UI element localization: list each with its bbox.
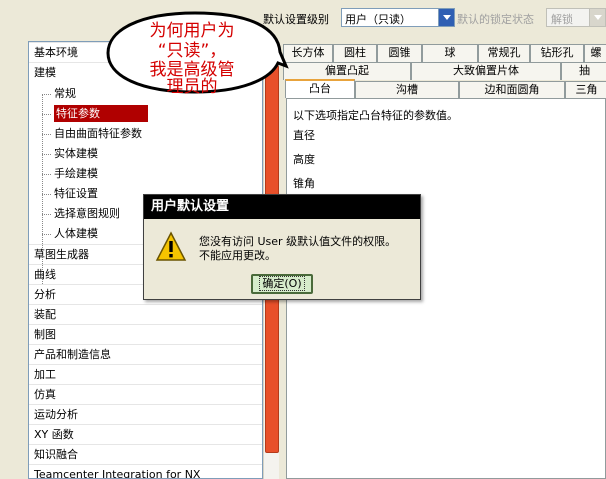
- callout-line-4: 理员的: [167, 77, 218, 97]
- tab-general-hole[interactable]: 常规孔: [478, 44, 530, 62]
- settings-level-select[interactable]: 用户（只读）: [341, 8, 455, 27]
- tab-boss[interactable]: 凸台: [285, 79, 355, 98]
- tree-item-motion[interactable]: 运动分析: [29, 404, 262, 424]
- tab-extract[interactable]: 抽: [561, 62, 606, 80]
- tree-item-manufacturing[interactable]: 加工: [29, 364, 262, 384]
- annotation-balloon: 为何用户为 “只读”， 我是高级管 理员的: [106, 11, 289, 97]
- lock-status-value: 解锁: [551, 13, 573, 26]
- tab-block[interactable]: 长方体: [283, 44, 333, 62]
- warning-icon: [155, 231, 187, 261]
- taper-angle-label: 锥角: [293, 177, 315, 190]
- diameter-label: 直径: [293, 129, 315, 142]
- tree-item-assembly[interactable]: 装配: [29, 304, 262, 324]
- chevron-down-icon: [589, 9, 605, 26]
- callout-line-1: 为何用户为: [150, 21, 235, 41]
- tab-sphere[interactable]: 球: [422, 44, 478, 62]
- tree-item-feature-params[interactable]: 特征参数: [29, 104, 262, 124]
- tree-item-xy-function[interactable]: XY 函数: [29, 424, 262, 444]
- tree-item-pmi[interactable]: 产品和制造信息: [29, 344, 262, 364]
- chevron-down-icon[interactable]: [438, 9, 454, 26]
- ok-button[interactable]: 确定(O): [251, 274, 313, 294]
- permission-dialog: 用户默认设置 您没有访问 User 级默认值文件的权限。 不能应用更改。 确定(…: [143, 194, 421, 300]
- top-toolbar: 默认设置级别 用户（只读） 默认的锁定状态 解锁: [0, 0, 606, 40]
- tab-cone[interactable]: 圆锥: [377, 44, 422, 62]
- tree-item-sketch-modeling[interactable]: 手绘建模: [29, 164, 262, 184]
- tree-item-simulation[interactable]: 仿真: [29, 384, 262, 404]
- tree-item-solid-modeling[interactable]: 实体建模: [29, 144, 262, 164]
- tab-rough-offset[interactable]: 大致偏置片体: [411, 62, 561, 80]
- tab-chamfer[interactable]: 三角: [565, 81, 606, 99]
- callout-line-2: “只读”，: [158, 41, 227, 61]
- tab-thread[interactable]: 螺: [584, 44, 606, 62]
- panel-description: 以下选项指定凸台特征的参数值。: [293, 109, 458, 122]
- tab-offset-emboss[interactable]: 偏置凸起: [283, 62, 411, 80]
- tab-cylinder[interactable]: 圆柱: [333, 44, 377, 62]
- tab-drill-hole[interactable]: 钻形孔: [530, 44, 584, 62]
- lock-status-select: 解锁: [546, 8, 606, 27]
- tree-item-knowledge-fusion[interactable]: 知识融合: [29, 444, 262, 464]
- dialog-title: 用户默认设置: [144, 195, 420, 219]
- tree-item-teamcenter[interactable]: Teamcenter Integration for NX: [29, 464, 262, 478]
- dialog-message-line-2: 不能应用更改。: [199, 249, 276, 262]
- tab-groove[interactable]: 沟槽: [355, 81, 459, 99]
- tree-item-drafting[interactable]: 制图: [29, 324, 262, 344]
- tree-item-freeform-params[interactable]: 自由曲面特征参数: [29, 124, 262, 144]
- settings-level-value: 用户（只读）: [345, 13, 411, 26]
- tab-edge-face-blend[interactable]: 边和面圆角: [459, 81, 565, 99]
- ok-button-label: 确定(O): [259, 276, 305, 291]
- height-label: 高度: [293, 153, 315, 166]
- lock-status-label: 默认的锁定状态: [457, 13, 534, 26]
